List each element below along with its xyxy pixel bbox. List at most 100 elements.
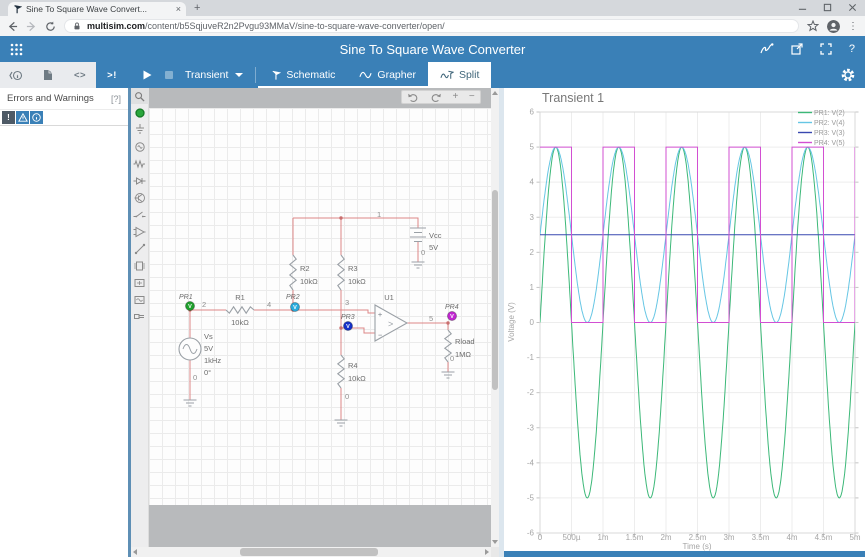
fullscreen-icon[interactable] [820,43,832,55]
tool-resistor[interactable] [131,155,149,172]
browser-tab[interactable]: Sine To Square Wave Convert... × [8,2,186,16]
back-icon[interactable] [7,21,18,32]
redo-icon[interactable] [430,92,442,103]
tool-hierarchical-block[interactable] [131,274,149,291]
scroll-right-arrow[interactable] [485,549,489,555]
tool-subcircuit[interactable] [131,291,149,308]
app-header: Sine To Square Wave Converter ? [0,36,865,62]
tool-connector[interactable] [131,308,149,325]
errors-list-empty [0,126,128,557]
bookmark-star-icon[interactable] [807,20,819,32]
svg-text:500µ: 500µ [563,533,581,542]
svg-text:1.5m: 1.5m [626,533,644,542]
tab-split[interactable]: Split [428,62,491,88]
filter-errors-button[interactable]: ! [2,111,15,124]
settings-gear-icon[interactable] [841,68,855,82]
component-toolbar [131,88,149,547]
schematic-vertical-scrollbar[interactable] [491,88,499,547]
probe-PR4[interactable]: PR4V [445,304,459,321]
zoom-in-button[interactable]: + [452,92,458,102]
tab-grapher[interactable]: Grapher [347,62,428,88]
sim-mode-label[interactable]: Transient [185,69,228,81]
reload-icon[interactable] [45,21,56,32]
tool-ground[interactable] [131,121,149,138]
maximize-icon[interactable] [823,3,832,12]
run-simulation-button[interactable] [143,70,152,80]
svg-text:0: 0 [530,318,535,327]
component-R2[interactable]: R210kΩ [290,255,318,290]
tab-code[interactable]: <> [64,62,96,88]
annotation-pen-icon[interactable] [760,43,774,55]
svg-text:5: 5 [530,143,535,152]
probe-PR2[interactable]: PR2V [286,294,300,312]
svg-text:PR1: PR1 [179,294,193,301]
tab-schematic[interactable]: Schematic [258,62,347,88]
svg-text:-6: -6 [527,529,535,538]
filter-info-button[interactable] [30,111,43,124]
vertical-scroll-thumb[interactable] [492,190,498,390]
component-search-button[interactable] [131,88,149,104]
browser-profile-avatar[interactable] [827,20,840,33]
component-Rload[interactable]: Rload1MΩ [442,330,475,378]
tool-diode[interactable] [131,172,149,189]
browser-tab-strip: Sine To Square Wave Convert... × + [0,0,865,16]
connector-icon [133,311,146,322]
svg-text:5V: 5V [429,243,438,252]
svg-text:0°: 0° [204,368,211,377]
browser-menu-icon[interactable]: ⋮ [848,21,858,32]
scroll-down-arrow[interactable] [492,540,498,544]
tool-transistor[interactable] [131,189,149,206]
horizontal-scroll-thumb[interactable] [240,548,378,556]
subcircuit-icon [133,294,146,306]
tool-wire[interactable] [131,240,149,257]
tab-info-panel[interactable] [0,62,32,88]
ic-icon [133,260,146,272]
schematic-canvas[interactable]: R110kΩ R210kΩ R310kΩ R410kΩ Rload1MΩ Vs5V1kHz… [149,88,491,547]
svg-text:V: V [346,324,350,330]
stop-simulation-button[interactable] [165,71,173,79]
wire-icon [134,243,146,255]
tool-power-source[interactable] [131,138,149,155]
open-in-new-icon[interactable] [791,43,803,55]
errors-panel-help-link[interactable]: [?] [111,94,121,104]
tab-close-icon[interactable]: × [176,5,181,14]
tab-schematic-label: Schematic [286,69,335,81]
forward-icon[interactable] [26,21,37,32]
schematic-horizontal-scrollbar[interactable] [131,547,491,557]
scroll-left-arrow[interactable] [133,549,137,555]
component-R3[interactable]: R310kΩ [338,255,366,290]
help-icon[interactable]: ? [849,43,855,55]
new-tab-button[interactable]: + [194,3,200,14]
undo-icon[interactable] [407,92,419,103]
tab-title: Sine To Square Wave Convert... [26,4,172,14]
filter-warnings-button[interactable] [16,111,29,124]
tool-switch[interactable] [131,206,149,223]
zoom-out-button[interactable]: − [469,92,475,102]
tool-opamp[interactable] [131,223,149,240]
component-R1[interactable]: R110kΩ [226,293,254,327]
svg-text:-1: -1 [527,353,535,362]
component-Vcc[interactable]: Vcc5V [410,228,442,268]
sim-mode-dropdown-caret[interactable] [235,73,243,77]
component-R4[interactable]: R410kΩ [335,355,367,426]
svg-text:4m: 4m [786,533,797,542]
tool-probe[interactable] [131,104,149,121]
errors-filter-row: ! [0,109,128,126]
net-labels: 241350000 [193,210,454,401]
svg-text:5m: 5m [849,533,860,542]
workspace: Errors and Warnings [?] ! [0,88,865,557]
tab-description[interactable] [32,62,64,88]
tool-ic[interactable] [131,257,149,274]
component-U1[interactable]: U1+−> [375,293,407,341]
transient-graph[interactable]: 0500µ1m1.5m2m2.5m3m3.5m4m4.5m5m6543210-1… [504,88,865,557]
url-bar[interactable]: multisim.com/content/b5SqjuveR2n2Pvgu93M… [64,19,799,33]
tab-errors-warnings[interactable]: >! [96,62,128,88]
svg-text:1: 1 [377,210,381,219]
probe-PR1[interactable]: PR1V [179,294,195,311]
scroll-up-arrow[interactable] [492,91,498,95]
close-window-icon[interactable] [848,3,857,12]
component-Vs[interactable]: Vs5V1kHz0° [179,332,221,406]
wires[interactable] [190,218,448,420]
tab-grapher-label: Grapher [377,69,416,81]
minimize-icon[interactable] [798,3,807,12]
